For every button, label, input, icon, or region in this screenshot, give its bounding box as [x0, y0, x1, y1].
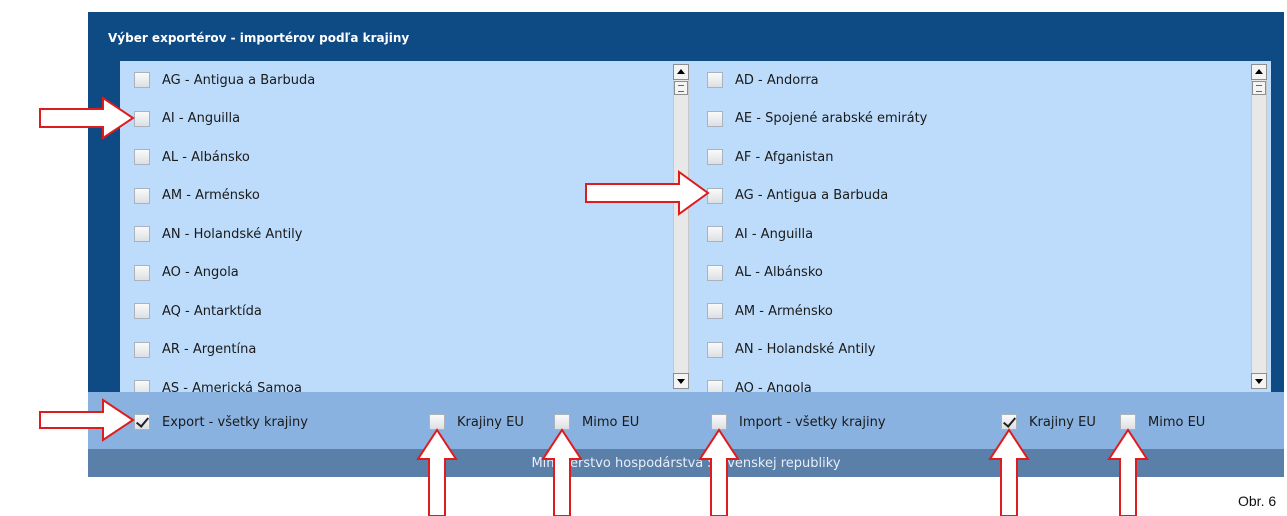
right-arrow-icon [39, 96, 135, 140]
up-arrow-icon [541, 428, 583, 516]
up-arrow-icon [988, 428, 1030, 516]
up-arrow-icon [1107, 428, 1149, 516]
right-arrow-icon [39, 398, 135, 442]
annotation-arrows [39, 96, 1149, 516]
up-arrow-icon [698, 428, 740, 516]
right-arrow-icon [585, 170, 710, 216]
up-arrow-icon [416, 428, 458, 516]
